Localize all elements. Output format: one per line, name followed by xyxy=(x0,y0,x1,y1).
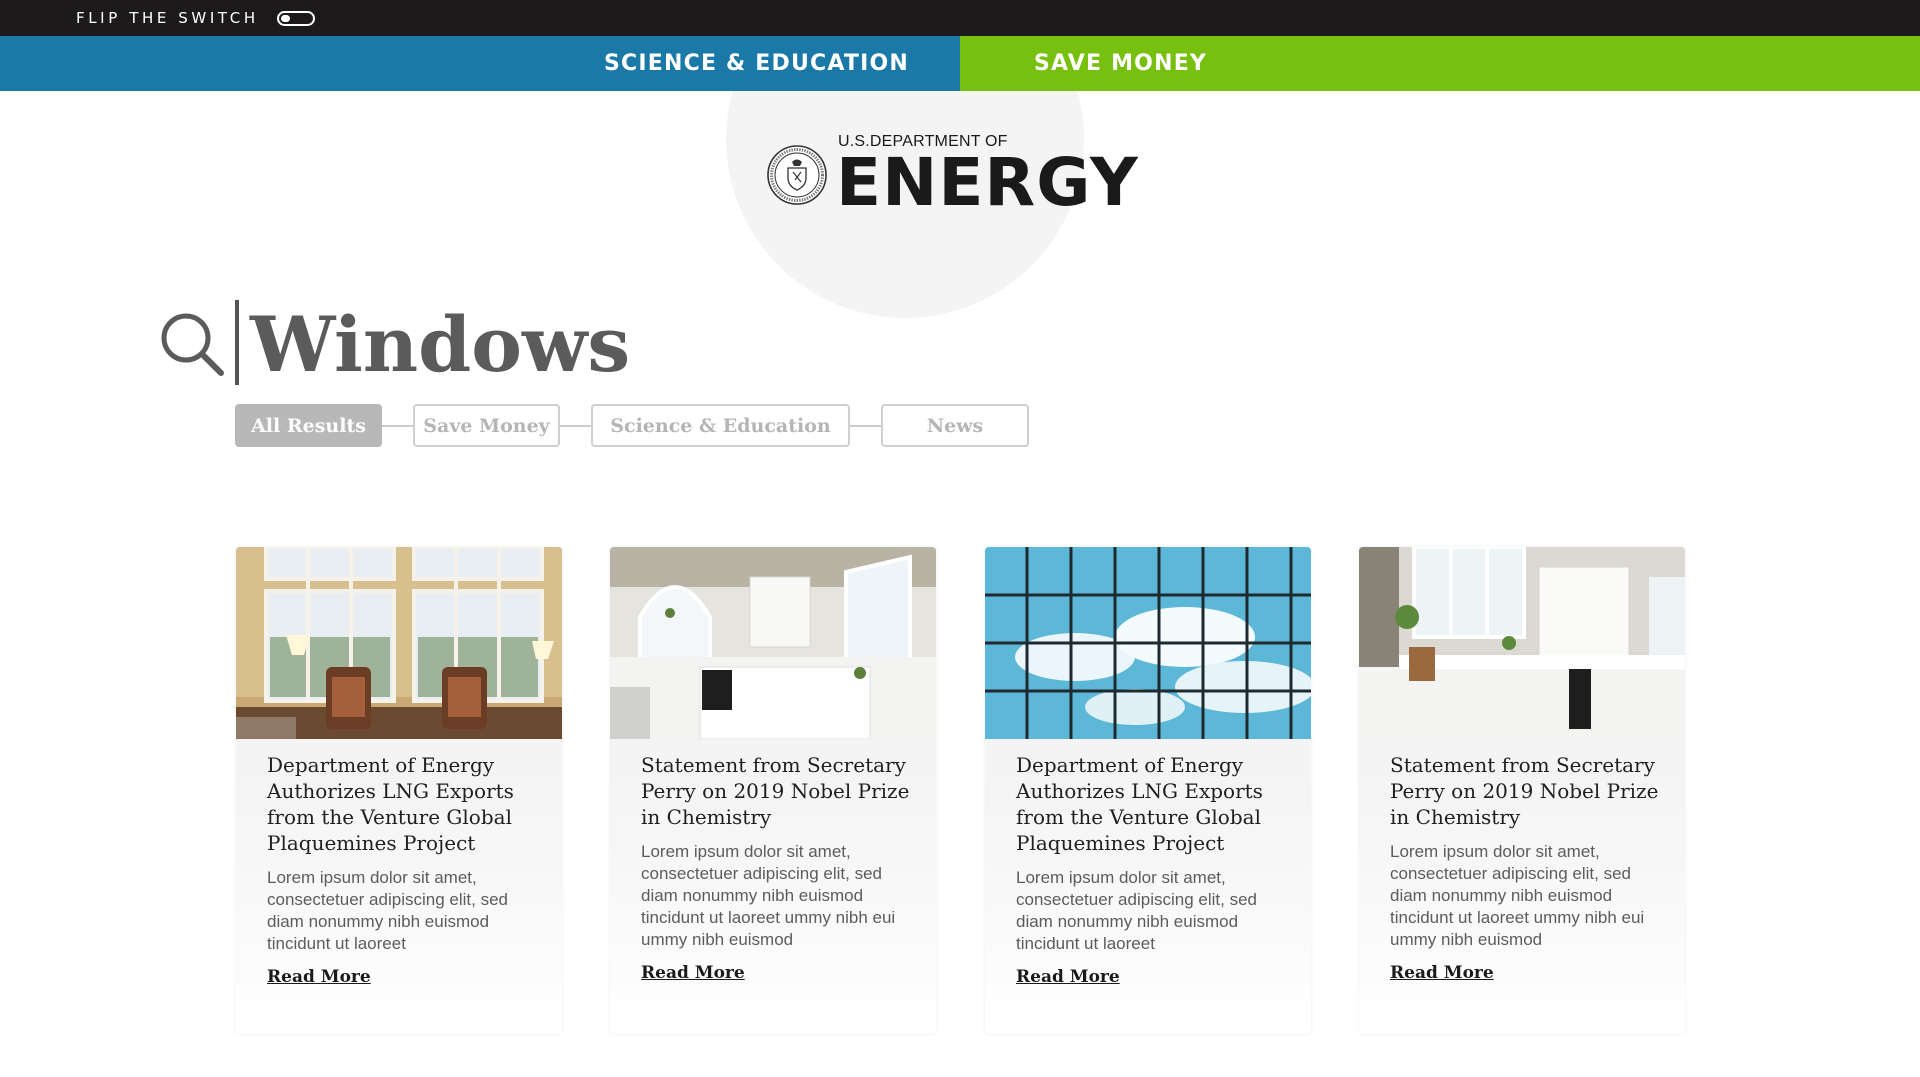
card-excerpt: Lorem ipsum dolor sit amet, consectetuer… xyxy=(1016,868,1257,953)
card-excerpt: Lorem ipsum dolor sit amet, consectetuer… xyxy=(267,868,508,953)
nav-save-money[interactable]: SAVE MONEY xyxy=(960,36,1920,91)
doe-seal-icon xyxy=(767,145,827,205)
card-image-kitchen-counter[interactable] xyxy=(1359,547,1685,739)
main-nav: SCIENCE & EDUCATION SAVE MONEY xyxy=(0,36,1920,91)
card-excerpt: Lorem ipsum dolor sit amet, consectetuer… xyxy=(641,842,896,949)
card-title[interactable]: Statement from Secretary Perry on 2019 N… xyxy=(1390,752,1660,830)
top-bar: FLIP THE SWITCH xyxy=(0,0,1920,36)
text-caret xyxy=(235,300,239,385)
card-body: Statement from Secretary Perry on 2019 N… xyxy=(641,752,911,983)
filter-connector xyxy=(850,425,881,427)
card-image-white-kitchen[interactable] xyxy=(610,547,936,739)
card-image-living-room[interactable] xyxy=(236,547,562,739)
toggle-knob xyxy=(281,15,290,22)
result-card[interactable]: Statement from Secretary Perry on 2019 N… xyxy=(610,547,936,1034)
nav-science-education[interactable]: SCIENCE & EDUCATION xyxy=(0,36,960,91)
result-card[interactable]: Department of Energy Authorizes LNG Expo… xyxy=(985,547,1311,1034)
filter-news[interactable]: News xyxy=(881,404,1029,447)
card-title[interactable]: Statement from Secretary Perry on 2019 N… xyxy=(641,752,911,830)
card-body: Department of Energy Authorizes LNG Expo… xyxy=(267,752,537,987)
read-more-link[interactable]: Read More xyxy=(1390,963,1494,983)
result-card[interactable]: Statement from Secretary Perry on 2019 N… xyxy=(1359,547,1685,1034)
filter-science-education[interactable]: Science & Education xyxy=(591,404,850,447)
card-image-glass-facade[interactable] xyxy=(985,547,1311,739)
filter-connector xyxy=(382,425,413,427)
card-title[interactable]: Department of Energy Authorizes LNG Expo… xyxy=(267,752,537,856)
search-icon[interactable] xyxy=(158,310,226,378)
filter-save-money[interactable]: Save Money xyxy=(413,404,560,447)
card-body: Statement from Secretary Perry on 2019 N… xyxy=(1390,752,1660,983)
filter-all-results[interactable]: All Results xyxy=(235,404,382,447)
search-query[interactable]: Windows xyxy=(250,300,630,389)
logo-energy-text: ENERGY xyxy=(836,144,1139,221)
flip-switch-toggle[interactable] xyxy=(277,11,315,26)
read-more-link[interactable]: Read More xyxy=(1016,967,1120,987)
flip-the-switch-label: FLIP THE SWITCH xyxy=(76,9,259,27)
card-body: Department of Energy Authorizes LNG Expo… xyxy=(1016,752,1286,987)
result-card[interactable]: Department of Energy Authorizes LNG Expo… xyxy=(236,547,562,1034)
card-title[interactable]: Department of Energy Authorizes LNG Expo… xyxy=(1016,752,1286,856)
filter-connector xyxy=(560,425,591,427)
card-excerpt: Lorem ipsum dolor sit amet, consectetuer… xyxy=(1390,842,1645,949)
read-more-link[interactable]: Read More xyxy=(267,967,371,987)
read-more-link[interactable]: Read More xyxy=(641,963,745,983)
